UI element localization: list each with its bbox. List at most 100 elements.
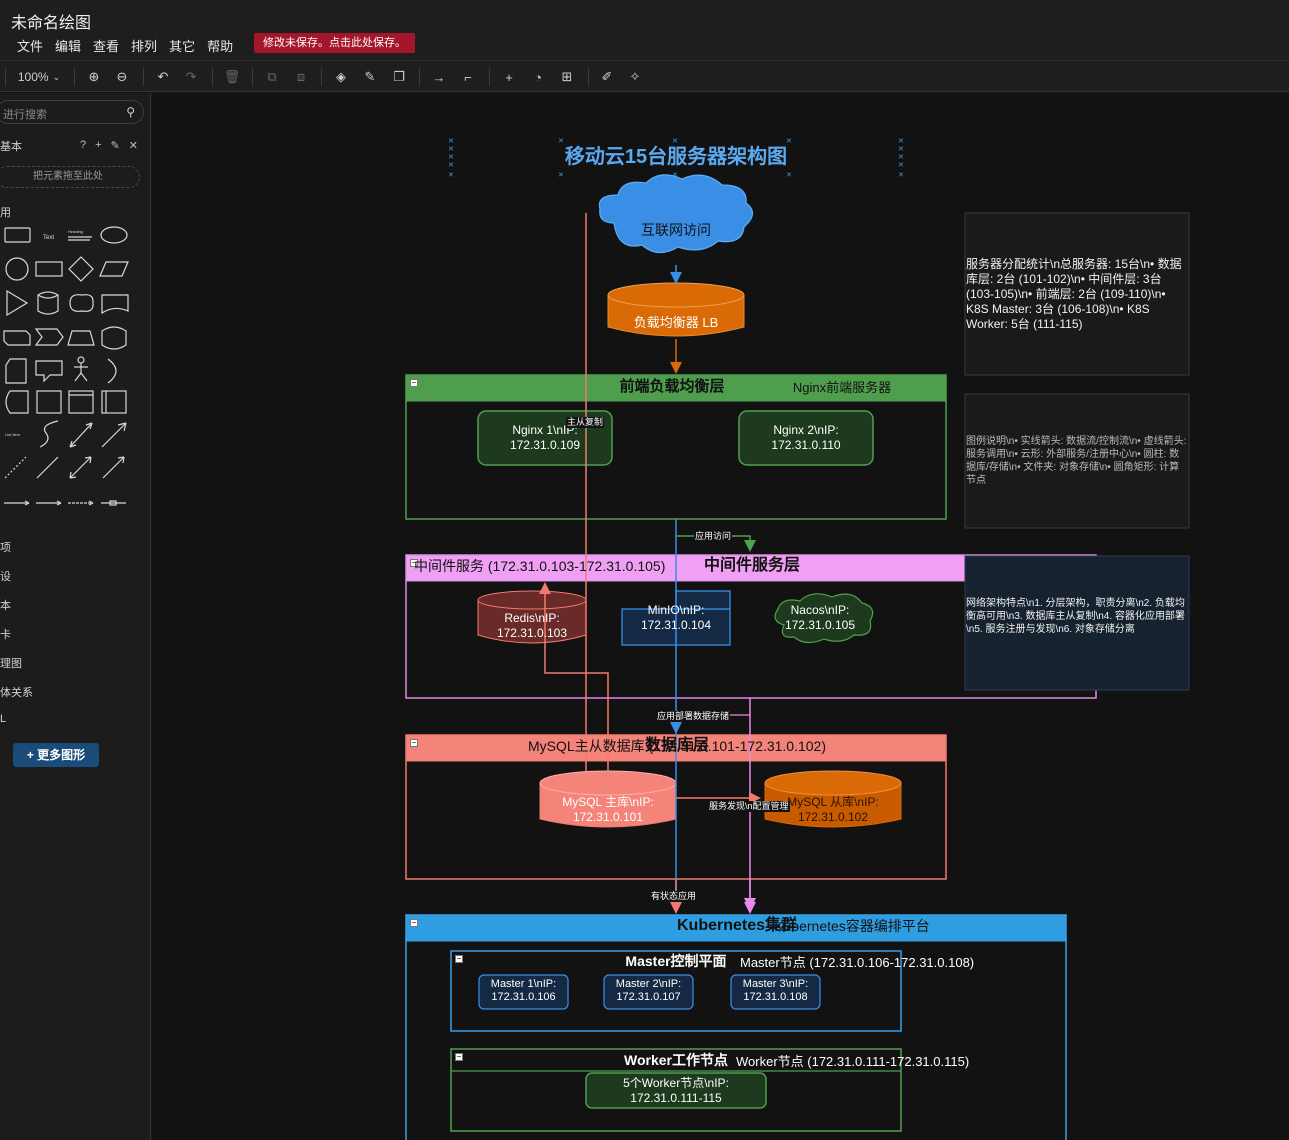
category-7[interactable]: L bbox=[0, 713, 6, 725]
arrow-right-icon: → bbox=[432, 69, 446, 85]
master1-line1: Master 1\nIP: bbox=[490, 978, 557, 990]
nginx2-label[interactable]: Nginx 2\nIP: 172.31.0.110 bbox=[739, 423, 873, 453]
category-1[interactable]: 项 bbox=[0, 539, 11, 555]
close-icon[interactable]: ✕ bbox=[129, 139, 138, 152]
svg-text:Text: Text bbox=[43, 235, 54, 241]
category-2[interactable]: 设 bbox=[0, 568, 11, 584]
svg-text:✕: ✕ bbox=[898, 171, 904, 179]
table-icon: ⊞ bbox=[561, 69, 573, 84]
connection-button[interactable]: → bbox=[429, 67, 449, 87]
category-6[interactable]: 体关系 bbox=[0, 684, 33, 700]
search-icon[interactable]: ⚲ bbox=[126, 105, 135, 119]
features-note[interactable]: 网络架构特点\n1. 分层架构，职责分离\n2. 负载均衡高可用\n3. 数据库… bbox=[966, 597, 1188, 636]
to-front-button[interactable]: ⧉ bbox=[262, 67, 282, 87]
edit-icon[interactable]: ✎ bbox=[111, 139, 120, 152]
worker-subtitle: Worker节点 (172.31.0.111-172.31.0.115) bbox=[736, 1054, 970, 1069]
frontend-subtitle: Nginx前端服务器 bbox=[792, 380, 892, 395]
scratchpad-title[interactable]: 基本 bbox=[0, 138, 22, 154]
master1-line2: 172.31.0.106 bbox=[491, 991, 556, 1003]
internet-cloud-shape bbox=[598, 174, 754, 254]
svg-text:✕: ✕ bbox=[898, 153, 904, 161]
document-title[interactable]: 未命名绘图 bbox=[11, 9, 91, 33]
category-3[interactable]: 本 bbox=[0, 597, 11, 613]
insert-button[interactable]: + bbox=[499, 67, 519, 87]
collapse-toggle-frontend[interactable]: − bbox=[410, 379, 418, 387]
minio-label[interactable]: MinIO\nIP: 172.31.0.104 bbox=[622, 603, 730, 633]
diagram-title[interactable]: 移动云15台服务器架构图 bbox=[526, 145, 826, 169]
collapse-toggle-k8s[interactable]: − bbox=[410, 919, 418, 927]
svg-text:List Item: List Item bbox=[5, 432, 21, 437]
magic-button[interactable]: ✧ bbox=[625, 67, 645, 87]
nacos-label[interactable]: Nacos\nIP: 172.31.0.105 bbox=[770, 603, 870, 633]
shape-palette-icons[interactable]: Text Heading List Item bbox=[0, 223, 151, 513]
delete-button[interactable]: 🗑 bbox=[222, 67, 242, 87]
worker-title[interactable]: Worker工作节点 bbox=[618, 1053, 734, 1068]
master-plane-subtitle: Master节点 (172.31.0.106-172.31.0.108) bbox=[740, 955, 975, 970]
svg-text:✕: ✕ bbox=[672, 137, 678, 145]
shape-sidebar: 进行搜索 ⚲ 基本 ? + ✎ ✕ 把元素拖至此处 用 Text Heading bbox=[0, 93, 151, 1140]
master-plane-title[interactable]: Master控制平面 bbox=[618, 954, 734, 969]
stats-note[interactable]: 服务器分配统计\n总服务器: 15台\n• 数据库层: 2台 (101-102)… bbox=[966, 257, 1188, 332]
waypoints-button[interactable]: ⌐ bbox=[458, 67, 478, 87]
svg-text:✕: ✕ bbox=[448, 171, 454, 179]
toolbar-divider bbox=[5, 68, 6, 86]
master2-label[interactable]: Master 2\nIP: 172.31.0.107 bbox=[604, 978, 693, 1004]
nacos-line2: 172.31.0.105 bbox=[784, 618, 856, 632]
master3-label[interactable]: Master 3\nIP: 172.31.0.108 bbox=[731, 978, 820, 1004]
undo-button[interactable]: ↶ bbox=[153, 67, 173, 87]
line-color-button[interactable]: ✎ bbox=[360, 67, 380, 87]
zoom-in-icon: ⊕ bbox=[88, 69, 100, 84]
help-icon[interactable]: ? bbox=[80, 139, 86, 152]
zoom-out-button[interactable]: ⊖ bbox=[112, 67, 132, 87]
mysql-master-line1: MySQL 主库\nIP: bbox=[562, 795, 654, 809]
menu-view[interactable]: 查看 bbox=[87, 34, 125, 57]
shapes-button[interactable]: ◔ bbox=[528, 67, 548, 87]
menu-help[interactable]: 帮助 bbox=[201, 34, 239, 57]
frontend-title[interactable]: 前端负载均衡层 bbox=[592, 379, 752, 394]
search-input[interactable]: 进行搜索 bbox=[3, 106, 47, 122]
category-5[interactable]: 理图 bbox=[0, 655, 22, 671]
middleware-title[interactable]: 中间件服务层 bbox=[692, 558, 812, 574]
k8s-title[interactable]: Kubernetes集群 bbox=[672, 918, 802, 934]
drawing-canvas[interactable]: ✕ ✕ ✕ ✕ ✕ ✕ ✕ ✕ ✕ ✕ ✕ ✕ ✕ ✕ ✕ ✕ − − − − … bbox=[152, 93, 1289, 1140]
unsaved-changes-button[interactable]: 修改未保存。点击此处保存。 bbox=[254, 33, 415, 53]
plus-icon[interactable]: + bbox=[95, 139, 101, 152]
shape-search[interactable]: 进行搜索 ⚲ bbox=[0, 100, 144, 124]
collapse-toggle-master[interactable]: − bbox=[455, 955, 463, 963]
menu-file[interactable]: 文件 bbox=[11, 34, 49, 57]
to-back-button[interactable]: ⧈ bbox=[291, 67, 311, 87]
collapse-toggle-database[interactable]: − bbox=[410, 739, 418, 747]
zoom-out-icon: ⊖ bbox=[116, 69, 128, 84]
collapse-toggle-worker[interactable]: − bbox=[455, 1053, 463, 1061]
shapes-icon: ◔ bbox=[534, 69, 542, 85]
fill-color-button[interactable]: ◈ bbox=[331, 67, 351, 87]
menu-arrange[interactable]: 排列 bbox=[125, 34, 163, 57]
database-title[interactable]: 数据库层 bbox=[632, 738, 722, 754]
scratchpad-drop-zone[interactable]: 把元素拖至此处 bbox=[0, 166, 140, 188]
menu-edit[interactable]: 编辑 bbox=[49, 34, 87, 57]
internet-label[interactable]: 互联网访问 bbox=[616, 223, 736, 238]
pencil-icon: ✎ bbox=[364, 69, 376, 84]
redis-line2: 172.31.0.103 bbox=[496, 626, 568, 640]
toolbar-divider bbox=[321, 68, 322, 86]
category-4[interactable]: 卡 bbox=[0, 626, 11, 642]
zoom-in-button[interactable]: ⊕ bbox=[84, 67, 104, 87]
master1-label[interactable]: Master 1\nIP: 172.31.0.106 bbox=[479, 978, 568, 1004]
worker-nodes-label[interactable]: 5个Worker节点\nIP: 172.31.0.111-115 bbox=[586, 1076, 766, 1106]
menu-extras[interactable]: 其它 bbox=[163, 34, 201, 57]
lb-label[interactable]: 负载均衡器 LB bbox=[608, 315, 744, 330]
legend-note[interactable]: 图例说明\n• 实线箭头: 数据流/控制流\n• 虚线箭头: 服务调用\n• 云… bbox=[966, 435, 1188, 487]
toolbar-divider bbox=[212, 68, 213, 86]
table-button[interactable]: ⊞ bbox=[557, 67, 577, 87]
zoom-dropdown[interactable]: 100% ⌄ bbox=[14, 67, 64, 87]
mysql-master-label[interactable]: MySQL 主库\nIP: 172.31.0.101 bbox=[540, 795, 676, 825]
edge-label-stateful-app: 有状态应用 bbox=[650, 891, 698, 902]
general-section-title[interactable]: 用 bbox=[0, 204, 11, 220]
redo-button[interactable]: ↷ bbox=[181, 67, 201, 87]
more-shapes-button[interactable]: + 更多图形 bbox=[13, 743, 99, 767]
shadow-button[interactable]: ❐ bbox=[389, 67, 409, 87]
redis-label[interactable]: Redis\nIP: 172.31.0.103 bbox=[478, 611, 586, 641]
shadow-icon: ❐ bbox=[393, 69, 405, 84]
chevron-down-icon: ⌄ bbox=[52, 71, 61, 82]
format-button[interactable]: ✐ bbox=[597, 67, 617, 87]
